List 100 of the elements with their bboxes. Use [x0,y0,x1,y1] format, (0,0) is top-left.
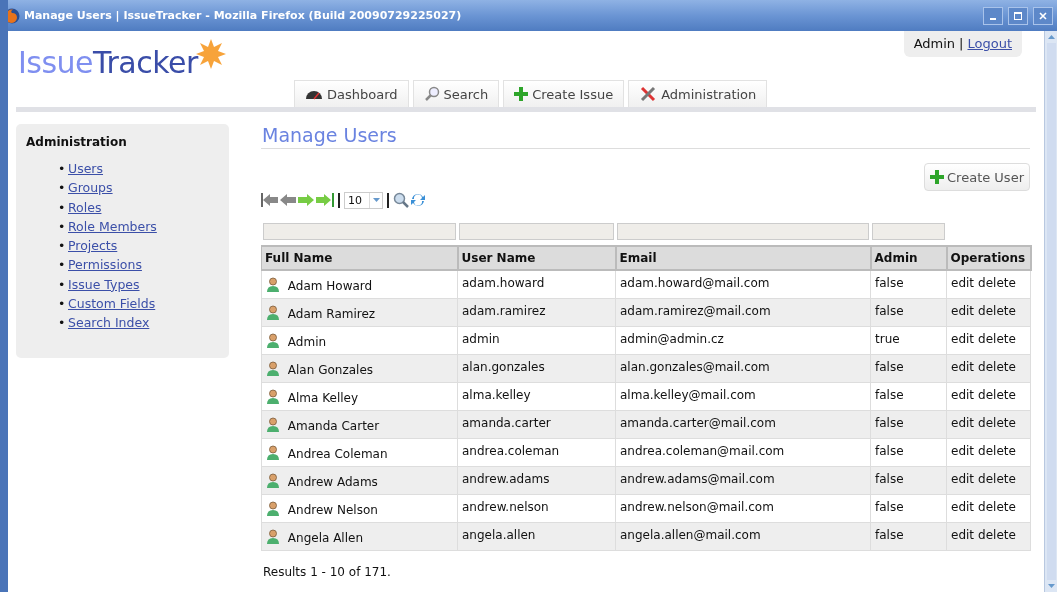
operation-link[interactable]: edit [951,303,975,318]
sidebar-link[interactable]: Search Index [68,315,150,331]
column-header[interactable]: Full Name [261,246,458,270]
full-name-text: Alma Kelley [287,391,359,405]
bullet: • [58,160,67,178]
operation-link[interactable]: delete [978,276,1016,290]
sidebar-link[interactable]: Issue Types [68,276,140,292]
tools-icon [639,85,658,103]
scroll-up-icon[interactable] [1047,35,1055,39]
browser-logo-icon [8,7,20,24]
table-cell: false [870,382,947,410]
scroll-down-icon[interactable] [1047,584,1055,588]
username: Admin [913,36,956,51]
table-cell: false [870,298,947,326]
column-header[interactable]: Operations [946,246,1031,270]
nav-tab[interactable]: Dashboard [294,80,409,107]
plus-icon [514,87,529,101]
table-cell: alan.gonzales@mail.com [615,354,871,382]
operation-link[interactable]: delete [978,499,1016,514]
page-title: Manage Users [261,124,1030,149]
operation-link[interactable]: edit [951,276,975,290]
last-page-icon[interactable] [316,192,334,208]
minimize-button[interactable] [983,6,1003,25]
nav-tab[interactable]: Create Issue [503,80,625,107]
sidebar-link[interactable]: Permissions [68,257,142,273]
operation-link[interactable]: edit [951,387,975,402]
page-size-select[interactable]: 10 [344,191,383,209]
scrollbar[interactable] [1044,31,1057,592]
table-cell: andrew.adams@mail.com [615,466,871,494]
operation-link[interactable]: delete [978,303,1016,318]
filter-field[interactable] [871,223,945,240]
filter-field[interactable] [458,223,614,240]
next-page-icon[interactable] [298,192,315,208]
maximize-button[interactable] [1008,6,1028,25]
user-icon [266,389,280,404]
operation-link[interactable]: delete [978,415,1016,430]
column-header[interactable]: Admin [870,246,947,270]
operation-link[interactable]: delete [978,527,1016,542]
first-page-icon[interactable] [261,192,279,208]
operation-link[interactable]: delete [978,359,1016,374]
column-header[interactable]: Email [615,246,871,270]
bullet: • [58,237,67,256]
nav-tab[interactable]: Search [412,80,500,107]
full-name-text: Adam Ramirez [287,307,376,321]
bullet: • [58,217,67,236]
bullet: • [58,275,67,294]
table-cell: andrea.coleman@mail.com [615,438,871,466]
sidebar-link[interactable]: Groups [68,180,113,196]
table-cell: false [870,270,947,298]
bullet: • [58,256,67,275]
table-cell: andrew.nelson [457,494,616,522]
sidebar-link[interactable]: Roles [68,199,102,215]
close-button[interactable] [1033,6,1053,25]
operation-link[interactable]: delete [978,387,1016,402]
operation-link[interactable]: delete [978,471,1016,486]
table-cell: amanda.carter [457,410,616,438]
operation-link[interactable]: edit [951,415,975,430]
table-cell: andrea.coleman [457,438,616,466]
gauge-icon [305,88,323,100]
table-cell: admin@admin.cz [615,326,871,354]
logo[interactable]: IssueTracker [18,45,198,81]
table-cell: angela.allen [457,522,616,550]
sidebar-link[interactable]: Role Members [68,218,157,234]
table-cell: alma.kelley@mail.com [615,382,871,410]
user-icon [266,529,280,544]
operation-link[interactable]: edit [951,471,975,486]
user-icon [266,473,280,488]
separator-text: | [959,36,964,51]
create-user-button[interactable]: Create User [924,163,1030,191]
bullet: • [58,179,67,198]
table-cell: angela.allen@mail.com [615,522,871,550]
nav-tab[interactable]: Administration [628,80,768,107]
sidebar-link[interactable]: Custom Fields [68,296,156,312]
operation-link[interactable]: delete [978,443,1016,458]
filter-field[interactable] [616,223,869,240]
full-name-text: Adam Howard [287,279,373,294]
operation-link[interactable]: edit [951,359,975,374]
operation-link[interactable]: edit [951,499,975,514]
operation-link[interactable]: edit [951,331,975,346]
column-header[interactable]: User Name [457,246,616,270]
table-cell: adam.ramirez@mail.com [615,298,871,326]
filter-field[interactable] [262,223,456,240]
sidebar-link[interactable]: Users [68,161,103,176]
sidebar-link[interactable]: Projects [68,238,118,254]
search-icon[interactable] [393,192,409,208]
full-name-text: Admin [287,335,327,349]
plus-icon [930,170,945,184]
results-count: Results 1 - 10 of 171. [262,564,392,579]
table-cell: true [870,326,947,354]
logout-link[interactable]: Logout [967,36,1012,51]
table-cell: andrew.adams [457,466,616,494]
operation-link[interactable]: edit [951,527,975,542]
previous-page-icon[interactable] [280,192,297,208]
table-cell: adam.howard [457,270,616,298]
user-icon [266,417,280,432]
operation-link[interactable]: edit [951,443,975,458]
close-icon [1039,11,1047,20]
refresh-icon[interactable] [410,192,426,208]
operation-link[interactable]: delete [978,331,1016,346]
bullet: • [58,314,67,333]
